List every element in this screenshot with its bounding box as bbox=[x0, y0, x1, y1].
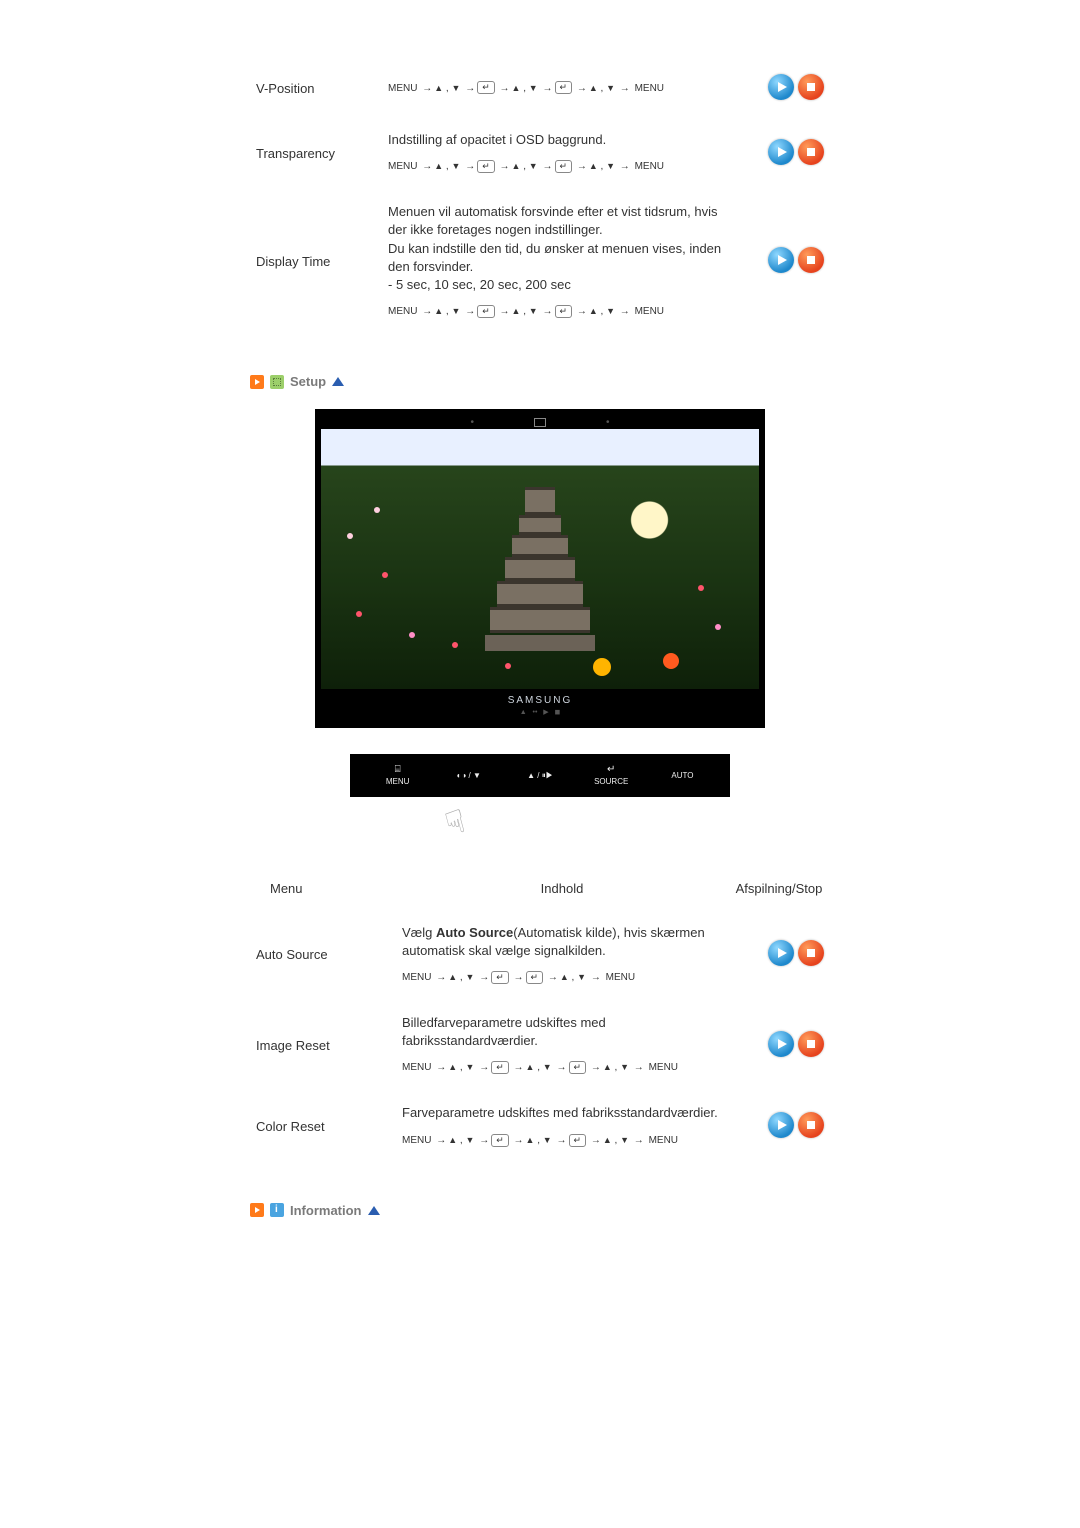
collapse-up-icon[interactable] bbox=[368, 1206, 380, 1215]
content-transparency: Indstilling af opacitet i OSD baggrund. … bbox=[382, 117, 728, 189]
content-image-reset: Billedfarveparametre udskiftes med fabri… bbox=[396, 1000, 728, 1090]
table-header-row: Menu Indhold Afspilning/Stop bbox=[250, 867, 830, 910]
stop-icon[interactable] bbox=[798, 247, 824, 273]
monitor-preview: •• bbox=[315, 409, 765, 837]
section-heading-setup: Setup bbox=[250, 374, 830, 389]
row-v-position: V-Position MENU →▲ , ▼ →↵ →▲ , ▼ →↵ →▲ ,… bbox=[250, 60, 830, 117]
label-v-position: V-Position bbox=[250, 60, 382, 117]
desc-text: Menuen vil automatisk forsvinde efter et… bbox=[388, 203, 722, 294]
chevron-right-icon bbox=[250, 375, 264, 389]
menu-path: MENU →▲ , ▼ →↵ →▲ , ▼ →↵ →▲ , ▼ → MENU bbox=[388, 81, 722, 97]
label-transparency: Transparency bbox=[250, 117, 382, 189]
osd-settings-table: V-Position MENU →▲ , ▼ →↵ →▲ , ▼ →↵ →▲ ,… bbox=[250, 60, 830, 334]
desc-text: Indstilling af opacitet i OSD baggrund. bbox=[388, 131, 722, 149]
monitor-frame: •• bbox=[315, 409, 765, 728]
enter-icon: ↵ bbox=[477, 81, 495, 94]
menu-path: MENU →▲ , ▼ →↵ →▲ , ▼ →↵ →▲ , ▼ → MENU bbox=[402, 1133, 722, 1149]
row-display-time: Display Time Menuen vil automatisk forsv… bbox=[250, 189, 830, 334]
information-category-icon bbox=[270, 1203, 284, 1217]
enter-icon: ↵ bbox=[555, 81, 573, 94]
label-image-reset: Image Reset bbox=[250, 1000, 396, 1090]
play-icon[interactable] bbox=[768, 1031, 794, 1057]
ctrl-volume-up[interactable]: ▲ / ⏸▶ bbox=[504, 771, 575, 781]
content-auto-source: Vælg Auto Source(Automatisk kilde), hvis… bbox=[396, 910, 728, 1000]
setup-table: Menu Indhold Afspilning/Stop Auto Source… bbox=[250, 867, 830, 1163]
label-auto-source: Auto Source bbox=[250, 910, 396, 1000]
stop-icon[interactable] bbox=[798, 139, 824, 165]
setup-category-icon bbox=[270, 375, 284, 389]
enter-icon: ↵ bbox=[477, 160, 495, 173]
content-display-time: Menuen vil automatisk forsvinde efter et… bbox=[382, 189, 728, 334]
monitor-button-bar: ⌸ MENU ◐◑ / ▼ ▲ / ⏸▶ ↵ SOURCE AUTO bbox=[350, 754, 730, 797]
label-color-reset: Color Reset bbox=[250, 1090, 396, 1162]
menu-path: MENU →▲ , ▼ →↵ →▲ , ▼ →↵ →▲ , ▼ → MENU bbox=[402, 1060, 722, 1076]
ctrl-menu[interactable]: ⌸ MENU bbox=[362, 764, 433, 787]
content-v-position: MENU →▲ , ▼ →↵ →▲ , ▼ →↵ →▲ , ▼ → MENU bbox=[382, 60, 728, 117]
play-icon[interactable] bbox=[768, 74, 794, 100]
source-icon: ↵ bbox=[576, 764, 647, 776]
stop-icon[interactable] bbox=[798, 1031, 824, 1057]
row-image-reset: Image Reset Billedfarveparametre udskift… bbox=[250, 1000, 830, 1090]
menu-path: MENU →▲ , ▼ →↵ →↵ →▲ , ▼ → MENU bbox=[402, 970, 722, 986]
enter-icon: ↵ bbox=[491, 1061, 509, 1074]
stop-icon[interactable] bbox=[798, 940, 824, 966]
section-heading-information: Information bbox=[250, 1203, 830, 1218]
play-icon[interactable] bbox=[768, 940, 794, 966]
header-actions: Afspilning/Stop bbox=[728, 867, 830, 910]
play-icon[interactable] bbox=[768, 1112, 794, 1138]
row-color-reset: Color Reset Farveparametre udskiftes med… bbox=[250, 1090, 830, 1162]
collapse-up-icon[interactable] bbox=[332, 377, 344, 386]
desc-text: Billedfarveparametre udskiftes med fabri… bbox=[402, 1014, 722, 1050]
row-auto-source: Auto Source Vælg Auto Source(Automatisk … bbox=[250, 910, 830, 1000]
ctrl-brightness-down[interactable]: ◐◑ / ▼ bbox=[433, 771, 504, 781]
enter-icon: ↵ bbox=[555, 160, 573, 173]
enter-icon: ↵ bbox=[569, 1061, 587, 1074]
header-content: Indhold bbox=[396, 867, 728, 910]
stop-icon[interactable] bbox=[798, 74, 824, 100]
pagoda-graphic bbox=[485, 487, 595, 651]
play-icon[interactable] bbox=[768, 247, 794, 273]
content-color-reset: Farveparametre udskiftes med fabriksstan… bbox=[396, 1090, 728, 1162]
brand-label: SAMSUNG bbox=[321, 689, 759, 708]
menu-icon: ⌸ bbox=[362, 764, 433, 776]
ctrl-source[interactable]: ↵ SOURCE bbox=[576, 764, 647, 787]
stop-icon[interactable] bbox=[798, 1112, 824, 1138]
label-display-time: Display Time bbox=[250, 189, 382, 334]
desc-text: Vælg Auto Source(Automatisk kilde), hvis… bbox=[402, 924, 722, 960]
header-menu: Menu bbox=[250, 867, 396, 910]
enter-icon: ↵ bbox=[491, 971, 509, 984]
chevron-right-icon bbox=[250, 1203, 264, 1217]
ctrl-auto[interactable]: AUTO bbox=[647, 771, 718, 781]
menu-path: MENU →▲ , ▼ →↵ →▲ , ▼ →↵ →▲ , ▼ → MENU bbox=[388, 159, 722, 175]
enter-icon: ↵ bbox=[555, 305, 573, 318]
desc-text: Farveparametre udskiftes med fabriksstan… bbox=[402, 1104, 722, 1122]
menu-path: MENU →▲ , ▼ →↵ →▲ , ▼ →↵ →▲ , ▼ → MENU bbox=[388, 304, 722, 320]
play-icon[interactable] bbox=[768, 139, 794, 165]
section-title: Setup bbox=[290, 374, 326, 389]
section-title: Information bbox=[290, 1203, 362, 1218]
enter-icon: ↵ bbox=[491, 1134, 509, 1147]
row-transparency: Transparency Indstilling af opacitet i O… bbox=[250, 117, 830, 189]
enter-icon: ↵ bbox=[477, 305, 495, 318]
enter-icon: ↵ bbox=[569, 1134, 587, 1147]
enter-icon: ↵ bbox=[526, 971, 544, 984]
garden-photo bbox=[321, 429, 759, 689]
pointing-hand-icon: ☟ bbox=[441, 792, 503, 843]
